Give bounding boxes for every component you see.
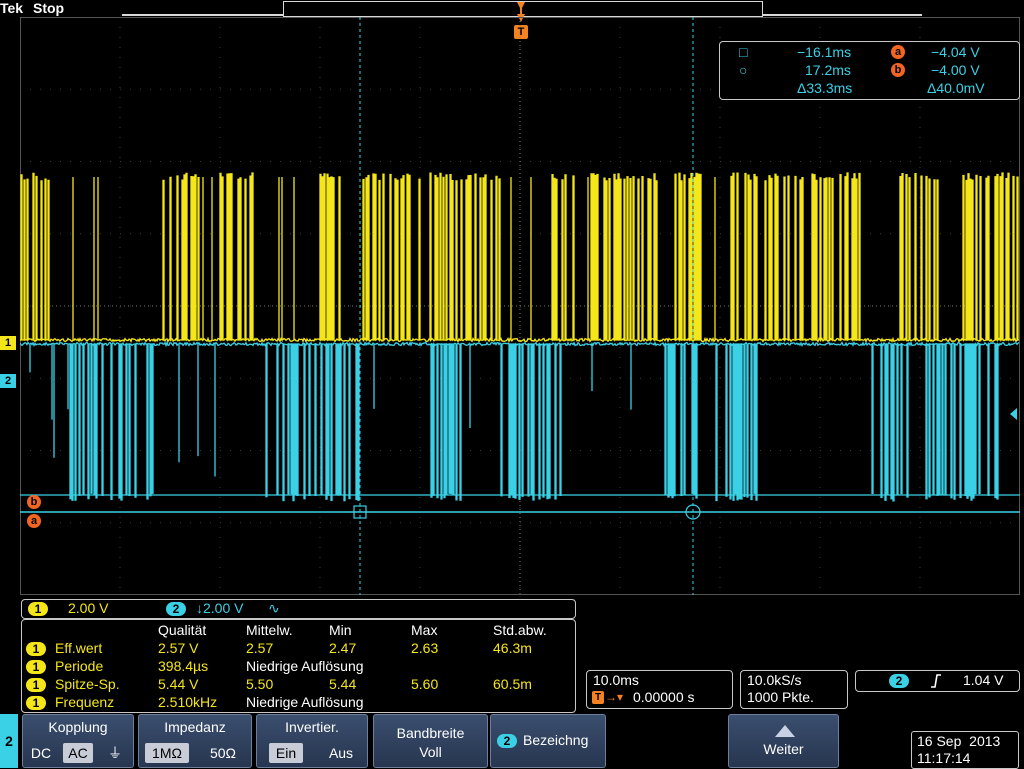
time-per-div: 10.0ms <box>593 672 639 688</box>
ref-b-marker[interactable]: b <box>27 495 41 509</box>
record-length: 1000 Pkte. <box>747 689 814 705</box>
date: 16 Sep 2013 <box>917 733 1001 749</box>
cursor-1-voltage: −4.04 V <box>931 44 980 60</box>
cursor-row-2: ○ 17.2ms b −4.00 V <box>720 62 1019 80</box>
waveform-graticule[interactable] <box>20 17 1020 595</box>
impedance-title: Impedanz <box>164 719 226 735</box>
coupling-dc[interactable]: DC <box>28 743 54 763</box>
trigger-level-icon[interactable] <box>1010 408 1020 420</box>
measurement-table[interactable]: Qualität Mittelw. Min Max Std.abw. 1 Eff… <box>21 619 576 713</box>
cursor-2-time: 17.2ms <box>805 62 851 78</box>
bandwidth-value: Voll <box>419 744 442 760</box>
date-time: 16 Sep 2013 11:17:14 <box>911 731 1019 769</box>
impedance-button[interactable]: Impedanz 1MΩ 50Ω <box>138 714 252 768</box>
circle-cursor-icon: ○ <box>739 62 748 78</box>
trigger-source-badge: 2 <box>889 674 909 688</box>
trigger-delay: 0.00000 s <box>633 689 695 705</box>
invert-on[interactable]: Ein <box>269 743 303 763</box>
bandwidth-title: Bandbreite <box>396 725 465 741</box>
row-ch-badge: 1 <box>26 696 46 710</box>
time: 11:17:14 <box>917 750 971 766</box>
up-arrow-icon <box>775 725 795 737</box>
cursor-delta-voltage: Δ40.0mV <box>927 80 985 96</box>
meas-std-rms: 46.3m <box>493 640 532 656</box>
meas-name-period: Periode <box>55 658 104 674</box>
label-title: Bezeichng <box>523 732 589 748</box>
meas-value-pk2pk: 5.44 V <box>158 676 199 692</box>
square-cursor-icon: □ <box>739 44 748 60</box>
label-channel-badge: 2 <box>497 734 517 748</box>
meas-value-frequency: 2.510kHz <box>158 694 218 710</box>
header-min: Min <box>329 622 352 638</box>
ch2-scale: ↓2.00 V <box>196 600 244 616</box>
trigger-level: 1.04 V <box>963 672 1004 688</box>
invert-title: Invertier. <box>285 719 339 735</box>
header-mean: Mittelw. <box>246 622 293 638</box>
sample-rate: 10.0kS/s <box>747 672 802 688</box>
meas-value-period: 398.4µs <box>158 658 209 674</box>
meas-mean-rms: 2.57 <box>246 640 274 656</box>
header-quality: Qualität <box>158 622 207 638</box>
horizontal-settings[interactable]: 10.0ms T →▾ 0.00000 s <box>586 670 733 709</box>
header-std: Std.abw. <box>493 622 547 638</box>
meas-mean-pk2pk: 5.50 <box>246 676 274 692</box>
ref-a-marker[interactable]: a <box>27 514 41 528</box>
row-ch-badge: 1 <box>26 642 46 656</box>
cursor-row-1: □ −16.1ms a −4.04 V <box>720 44 1019 62</box>
delay-arrow-icon: →▾ <box>605 690 624 704</box>
meas-std-pk2pk: 60.5m <box>493 676 532 692</box>
ch1-badge: 1 <box>28 602 48 616</box>
menu-channel-indicator: 2 <box>0 714 18 768</box>
meas-name-rms: Eff.wert <box>55 640 103 656</box>
meas-min-pk2pk: 5.44 <box>329 676 357 692</box>
cursor-delta-time: Δ33.3ms <box>797 80 853 96</box>
coupling-button[interactable]: Kopplung DC AC ⏚ <box>22 714 134 768</box>
ch1-scale: 2.00 V <box>68 600 109 616</box>
ground-icon[interactable]: ⏚ <box>103 743 127 763</box>
rising-edge-icon <box>931 674 941 688</box>
meas-note-period: Niedrige Auflösung <box>246 658 364 674</box>
impedance-50ohm[interactable]: 50Ω <box>203 743 243 763</box>
oscilloscope-screen: Tek Stop T 1 2 b a □ −16.1ms a −4.04 V ○… <box>0 0 1024 769</box>
cursor-2-voltage: −4.00 V <box>931 62 980 78</box>
ch2-badge: 2 <box>166 602 186 616</box>
coupling-ac[interactable]: AC <box>63 743 93 763</box>
more-button[interactable]: Weiter <box>728 714 839 768</box>
meas-value-rms: 2.57 V <box>158 640 199 656</box>
invert-button[interactable]: Invertier. Ein Aus <box>256 714 368 768</box>
brand-logo: Tek <box>0 0 24 16</box>
invert-off[interactable]: Aus <box>323 743 359 763</box>
meas-name-pk2pk: Spitze-Sp. <box>55 676 120 692</box>
label-button[interactable]: 2 Bezeichng <box>490 714 606 768</box>
ch2-offset-marker[interactable]: 2 <box>0 374 16 388</box>
more-title: Weiter <box>763 741 804 757</box>
bandwidth-button[interactable]: Bandbreite Voll <box>373 714 488 768</box>
meas-note-frequency: Niedrige Auflösung <box>246 694 364 710</box>
ch1-offset-marker[interactable]: 1 <box>0 336 16 350</box>
vertical-scale-bar[interactable]: 1 2.00 V 2 ↓2.00 V ∿ <box>21 599 576 619</box>
bandwidth-limit-icon: ∿ <box>268 600 280 616</box>
row-ch-badge: 1 <box>26 678 46 692</box>
row-ch-badge: 1 <box>26 660 46 674</box>
impedance-1mohm[interactable]: 1MΩ <box>145 743 189 763</box>
ref-a-icon: a <box>891 45 905 59</box>
meas-min-rms: 2.47 <box>329 640 357 656</box>
cursor-1-time: −16.1ms <box>797 44 852 60</box>
trigger-delay-icon: T <box>592 691 604 704</box>
meas-max-rms: 2.63 <box>411 640 439 656</box>
meas-max-pk2pk: 5.60 <box>411 676 439 692</box>
waveform-traces <box>20 172 1020 502</box>
cursor-delta-row: Δ33.3ms Δ40.0mV <box>720 80 1019 98</box>
acquisition-settings[interactable]: 10.0kS/s 1000 Pkte. <box>740 670 848 709</box>
meas-name-frequency: Frequenz <box>55 694 115 710</box>
trigger-settings[interactable]: 2 1.04 V <box>855 670 1020 692</box>
ref-b-icon: b <box>891 63 905 77</box>
header-max: Max <box>411 622 438 638</box>
coupling-title: Kopplung <box>48 719 108 735</box>
run-state: Stop <box>33 0 65 16</box>
cursor-readout[interactable]: □ −16.1ms a −4.04 V ○ 17.2ms b −4.00 V Δ… <box>719 41 1020 100</box>
